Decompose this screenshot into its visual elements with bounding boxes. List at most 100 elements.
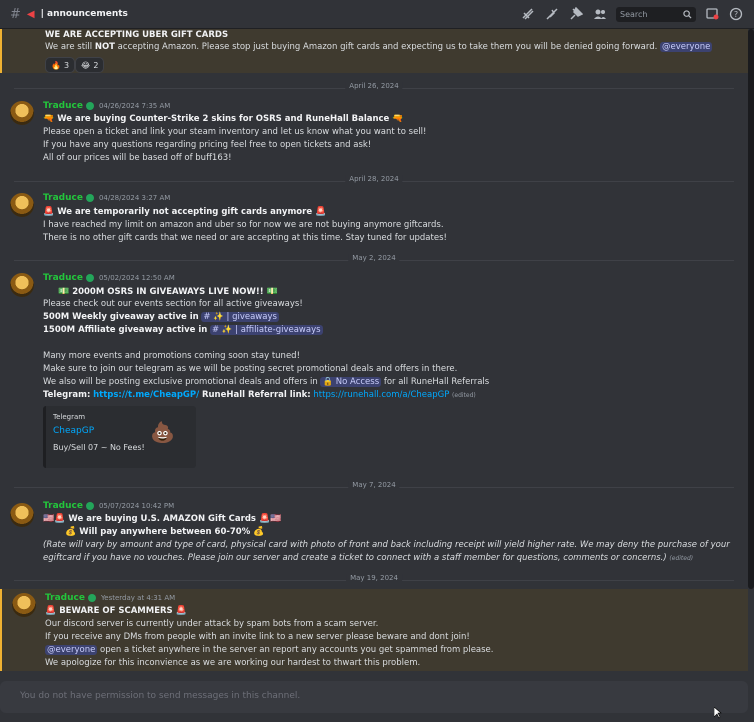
search-icon [683,9,692,19]
message-body: egiftcard if you have no vouches. Please… [43,553,694,563]
help-icon[interactable]: ? [728,6,744,22]
search-input[interactable]: Search [616,6,696,22]
message-body: Make sure to join our telegram as we wil… [43,364,458,374]
username[interactable]: Traduce [43,501,83,511]
embed-thumbnail-icon: 💩 [150,420,175,444]
message-item: WE ARE ACCEPTING UBER GIFT CARDS We are … [0,29,748,73]
svg-text:?: ? [734,10,738,19]
message-title: 🔫 We are buying Counter-Strike 2 skins f… [43,114,404,124]
referral-link[interactable]: https://runehall.com/a/CheapGP [313,390,449,400]
member-list-icon[interactable] [592,6,608,22]
embed-title[interactable]: CheapGP [53,426,94,436]
flag-icon: 🇺🇸 [270,514,282,524]
date-separator: May 7, 2024 [14,481,734,489]
message-list[interactable]: WE ARE ACCEPTING UBER GIFT CARDS We are … [0,29,748,671]
message-item: Traduce 04/26/2024 7:35 AM 🔫 We are buyin… [0,97,748,167]
channel-header: # ◀ | announcements Search ? [0,0,754,29]
threads-icon[interactable] [520,6,536,22]
date-separator: April 28, 2024 [14,175,734,183]
message-title: 🚨 We are temporarily not accepting gift … [43,207,327,217]
message-title: 🇺🇸🚨 We are buying U.S. AMAZON Gift Cards… [43,514,282,524]
message-body: If you have any questions regarding pric… [43,140,372,150]
money-bag-icon: 💰 [253,527,265,537]
timestamp: 04/26/2024 7:35 AM [98,102,171,110]
avatar[interactable] [10,273,34,297]
flag-icon: 🇺🇸 [43,514,55,524]
flag-icon: ◀ [26,8,35,20]
message-item: Traduce 04/28/2024 3:27 AM 🚨 We are tempo… [0,189,748,251]
date-separator: April 26, 2024 [14,82,734,90]
verified-icon [87,594,96,602]
pinned-messages-icon[interactable] [568,6,584,22]
channel-mention-giveaways[interactable]: # ✨ | giveaways [201,312,279,322]
message-body: We also will be posting exclusive promot… [43,377,490,387]
no-access-channel-mention[interactable]: 🔒 No Access [320,377,382,387]
message-body: Many more events and promotions coming s… [43,351,300,361]
composer-placeholder: You do not have permission to send messa… [20,691,301,701]
message-body: Please check out our events section for … [43,299,303,309]
notification-settings-icon[interactable] [544,6,560,22]
message-body: There is no other gift cards that we nee… [43,233,447,243]
message-body: If you receive any DMs from people with … [45,632,470,642]
message-item: Traduce 05/02/2024 12:50 AM 💵 2000M OSRS … [0,269,748,474]
scrollbar[interactable] [748,29,754,589]
inbox-icon[interactable] [704,6,720,22]
verified-icon [85,274,94,282]
username[interactable]: Traduce [45,593,85,603]
avatar[interactable] [10,193,34,217]
message-composer: You do not have permission to send messa… [0,681,748,713]
link-embed: Telegram CheapGP Buy/Sell 07 ~ No Fees! … [43,406,196,468]
verified-icon [85,194,94,202]
date-separator: May 2, 2024 [14,254,734,262]
channel-mention-affiliate-giveaways[interactable]: # ✨ | affiliate-giveaways [210,325,323,335]
reaction-fire[interactable]: 🔥 3 [45,57,76,73]
message-body: 💰 Will pay anywhere between 60-70% 💰 [65,527,265,537]
message-body: Our discord server is currently under at… [45,619,379,629]
money-bag-icon: 💰 [65,527,77,537]
gun-icon: 🔫 [392,114,404,124]
search-placeholder: Search [620,9,648,19]
timestamp: 04/28/2024 3:27 AM [98,194,171,202]
hashtag-icon: # [10,6,21,22]
username[interactable]: Traduce [43,193,83,203]
message-item: Traduce Yesterday at 4:31 AM 🚨 BEWARE OF … [0,589,748,671]
telegram-link[interactable]: https://t.me/CheapGP/ [93,390,199,400]
verified-icon [85,102,94,110]
siren-icon: 🚨 [175,606,187,616]
embed-description: Buy/Sell 07 ~ No Fees! [53,443,145,452]
reaction-laugh[interactable]: 😂 2 [75,57,105,73]
username[interactable]: Traduce [43,101,83,111]
message-body: Telegram: https://t.me/CheapGP/ RuneHall… [43,390,476,400]
message-body: 500M Weekly giveaway active in # ✨ | giv… [43,312,279,322]
verified-icon [85,502,94,510]
siren-icon: 🚨 [54,514,66,524]
date-separator: May 19, 2024 [14,574,734,582]
timestamp: 05/02/2024 12:50 AM [98,274,175,282]
message-body: 1500M Affiliate giveaway active in # ✨ |… [43,325,323,335]
siren-icon: 🚨 [43,207,55,217]
message-body: We apologize for this inconvience as we … [45,658,421,668]
siren-icon: 🚨 [45,606,57,616]
message-item: Traduce 05/07/2024 10:42 PM 🇺🇸🚨 We are bu… [0,499,748,569]
siren-icon: 🚨 [258,514,271,524]
everyone-mention[interactable]: @everyone [660,42,713,52]
lock-icon: 🔒 [322,377,334,387]
everyone-mention[interactable]: @everyone [45,645,98,655]
timestamp: Yesterday at 4:31 AM [100,594,176,602]
message-body: (Rate will vary by amount and type of ca… [43,540,730,550]
message-body: I have reached my limit on amazon and ub… [43,220,444,230]
message-body: @everyone open a ticket anywhere in the … [45,645,494,655]
siren-icon: 🚨 [315,207,327,217]
avatar[interactable] [10,101,34,125]
avatar[interactable] [12,593,36,617]
channel-name: | announcements [40,9,128,19]
message-title: 🚨 BEWARE OF SCAMMERS 🚨 [45,606,187,616]
avatar[interactable] [10,503,34,527]
message-body: All of our prices will be based off of b… [43,153,232,163]
message-body: We are still NOT accepting Amazon. Pleas… [45,42,713,52]
embed-provider: Telegram [53,413,86,421]
message-body: Please open a ticket and link your steam… [43,127,427,137]
timestamp: 05/07/2024 10:42 PM [98,502,175,510]
username[interactable]: Traduce [43,273,83,283]
gun-icon: 🔫 [43,114,55,124]
